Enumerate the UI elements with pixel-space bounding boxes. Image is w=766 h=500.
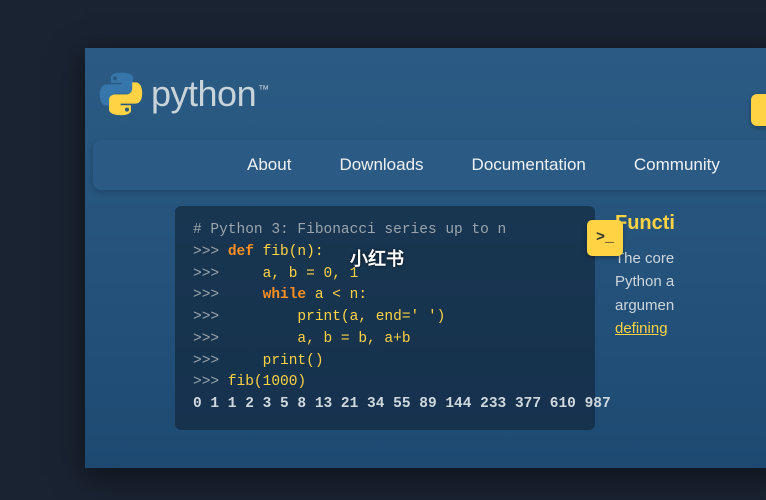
feature-panel: Functi The core Python a argumen definin…: [615, 206, 735, 430]
feature-title: Functi: [615, 208, 735, 239]
launch-shell-button[interactable]: >_: [587, 220, 623, 256]
feature-text: The core: [615, 247, 735, 270]
feature-link[interactable]: defining: [615, 320, 668, 337]
nav-about[interactable]: About: [223, 140, 315, 190]
code-line: >>> a, b = b, a+b: [193, 329, 577, 351]
python-logo-icon: [99, 72, 143, 116]
code-line: >>> print(): [193, 351, 577, 373]
nav-documentation[interactable]: Documentation: [448, 140, 610, 190]
nav-community[interactable]: Community: [610, 140, 744, 190]
code-comment: # Python 3: Fibonacci series up to n: [193, 220, 577, 242]
code-line: >>> def fib(n):: [193, 242, 577, 264]
nav-downloads[interactable]: Downloads: [315, 140, 447, 190]
logo[interactable]: python™: [99, 72, 269, 116]
code-sample: >_ # Python 3: Fibonacci series up to n …: [175, 206, 595, 430]
site-header: python™ D: [85, 48, 766, 140]
page-container: python™ D About Downloads Documentation …: [85, 48, 766, 468]
main-nav: About Downloads Documentation Community: [93, 140, 766, 190]
code-line: >>> a, b = 0, 1: [193, 264, 577, 286]
logo-text: python™: [151, 73, 269, 115]
hero-row: >_ # Python 3: Fibonacci series up to n …: [85, 190, 766, 430]
code-line: >>> fib(1000): [193, 372, 577, 394]
donate-button[interactable]: D: [751, 94, 766, 126]
trademark-symbol: ™: [258, 84, 269, 96]
feature-text: Python a: [615, 270, 735, 293]
code-output: 0 1 1 2 3 5 8 13 21 34 55 89 144 233 377…: [193, 394, 577, 416]
code-line: >>> print(a, end=' '): [193, 307, 577, 329]
feature-text: argumen: [615, 294, 735, 317]
code-line: >>> while a < n:: [193, 285, 577, 307]
